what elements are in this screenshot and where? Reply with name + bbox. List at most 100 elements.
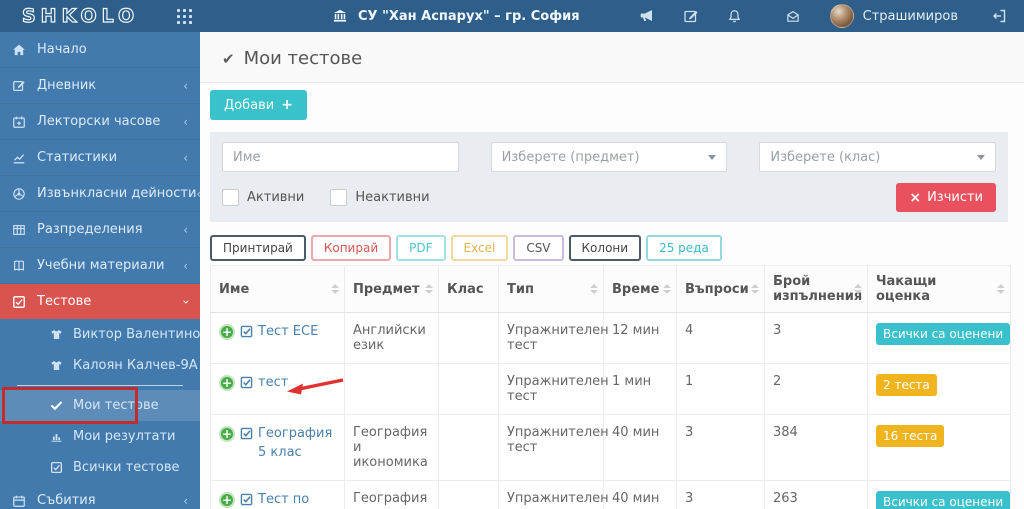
- test-link[interactable]: тест: [258, 374, 288, 393]
- status-badge: 2 теста: [876, 374, 937, 396]
- sidebar-item-extracurricular[interactable]: Извънкласни дейности ‹: [0, 176, 201, 212]
- columns-button[interactable]: Колони: [568, 235, 642, 261]
- test-link[interactable]: Тест ЕСЕ: [258, 323, 318, 342]
- class-filter-select[interactable]: Изберете (клас): [759, 142, 997, 172]
- sort-icon[interactable]: [751, 284, 759, 294]
- sidebar-item-statistics[interactable]: Статистики ‹: [0, 140, 200, 176]
- sidebar-item-my-tests[interactable]: Мои тестове: [0, 387, 200, 424]
- clear-filters-button[interactable]: × Изчисти: [896, 183, 996, 212]
- notifications-bell-icon[interactable]: [724, 5, 746, 27]
- name-filter-input[interactable]: [222, 142, 459, 172]
- sidebar-item-student-viktor[interactable]: Виктор Валентинов-12Ж: [0, 319, 243, 350]
- pdf-button[interactable]: PDF: [396, 235, 446, 261]
- sidebar-item-home[interactable]: Начало: [0, 32, 200, 68]
- column-header-time[interactable]: Време: [603, 265, 677, 313]
- sidebar-item-label: Учебни материали: [37, 258, 165, 273]
- tests-table: Име Предмет Клас Тип Време Въпроси Брой …: [210, 265, 1011, 509]
- user-avatar[interactable]: [829, 4, 854, 28]
- chevron-left-icon: ‹: [183, 493, 188, 508]
- announcements-icon[interactable]: [636, 5, 658, 27]
- messages-icon[interactable]: [782, 5, 804, 27]
- status-badge: Всички са оценени: [876, 323, 1011, 345]
- logout-icon[interactable]: [988, 5, 1010, 27]
- checkbox-box[interactable]: [222, 189, 239, 206]
- test-link[interactable]: География 5 клас: [258, 425, 336, 463]
- school-selector[interactable]: СУ "Хан Аспарух" – гр. София: [333, 0, 580, 32]
- sort-icon[interactable]: [590, 284, 598, 294]
- column-header-subject[interactable]: Предмет: [344, 265, 439, 313]
- filter-panel: Изберете (предмет) Изберете (клас) Актив…: [210, 132, 1008, 222]
- test-checkbox-icon: [240, 493, 253, 506]
- test-checkbox-icon: [240, 427, 253, 440]
- column-header-class[interactable]: Клас: [438, 265, 499, 313]
- bar-chart-icon: [50, 430, 66, 443]
- x-icon: ×: [909, 189, 922, 206]
- class-select-value: Изберете (клас): [770, 149, 881, 165]
- check-icon: [50, 399, 66, 412]
- chevron-left-icon: ‹: [183, 78, 188, 93]
- clear-button-label: Изчисти: [927, 190, 983, 205]
- sidebar: Начало Дневник ‹ Лекторски часове ‹ Стат…: [0, 32, 243, 509]
- column-header-questions[interactable]: Въпроси: [676, 265, 765, 313]
- expand-row-icon[interactable]: +: [219, 375, 235, 391]
- institution-icon: [333, 9, 351, 23]
- print-button[interactable]: Принтирай: [210, 235, 306, 261]
- table-row: + тест Упражнителен тест 1 мин 1 2 2 тес…: [210, 363, 1011, 415]
- chart-line-icon: [12, 151, 30, 165]
- excel-button[interactable]: Excel: [450, 235, 509, 261]
- csv-button[interactable]: CSV: [513, 235, 564, 261]
- sidebar-item-journal[interactable]: Дневник ‹: [0, 68, 200, 104]
- sidebar-item-distributions[interactable]: Разпределения ‹: [0, 212, 200, 248]
- caret-down-icon: [708, 154, 717, 160]
- sidebar-item-my-results[interactable]: Мои резултати: [0, 421, 200, 452]
- sidebar-item-lecture-hours[interactable]: Лекторски часове ‹: [0, 104, 200, 140]
- annotation-red-arrow: [287, 378, 344, 395]
- check-square-icon: [12, 295, 30, 309]
- sidebar-item-label: Начало: [37, 42, 87, 57]
- expand-row-icon[interactable]: +: [219, 324, 235, 340]
- app-logo[interactable]: SHKOLO: [21, 4, 139, 27]
- table-header-row: Име Предмет Клас Тип Време Въпроси Брой …: [210, 265, 1011, 313]
- table-row: + Тест по География География и икономик…: [210, 480, 1011, 509]
- sidebar-item-all-tests[interactable]: Всички тестове: [0, 452, 200, 483]
- sort-icon[interactable]: [331, 284, 339, 294]
- checkbox-box[interactable]: [330, 189, 348, 206]
- sidebar-item-label: Мои тестове: [73, 398, 159, 413]
- active-checkbox[interactable]: Активни: [222, 189, 304, 206]
- sidebar-item-label: Статистики: [37, 150, 118, 165]
- status-badge: 16 теста: [876, 425, 945, 447]
- sort-icon[interactable]: [663, 284, 671, 294]
- sidebar-item-events[interactable]: Събития ‹: [0, 483, 200, 509]
- book-icon: [12, 259, 30, 273]
- apps-grid-icon[interactable]: [177, 8, 193, 24]
- sidebar-item-tests[interactable]: Тестове ‹: [0, 284, 200, 319]
- sort-icon[interactable]: [425, 284, 433, 294]
- subject-filter-select[interactable]: Изберете (предмет): [490, 142, 728, 172]
- expand-row-icon[interactable]: +: [219, 492, 235, 508]
- chevron-left-icon: ‹: [183, 114, 188, 129]
- subject-select-value: Изберете (предмет): [501, 149, 640, 165]
- inactive-checkbox[interactable]: Неактивни: [330, 189, 430, 206]
- sidebar-item-learning-materials[interactable]: Учебни материали ‹: [0, 248, 200, 284]
- column-header-runs[interactable]: Брой изпълнения: [764, 265, 868, 313]
- column-header-pending[interactable]: Чакащи оценка: [867, 265, 1011, 313]
- compose-icon[interactable]: [680, 5, 702, 27]
- rows-per-page-button[interactable]: 25 реда: [646, 235, 722, 261]
- test-link[interactable]: Тест по География: [258, 491, 336, 509]
- username[interactable]: Страшимиров: [863, 9, 958, 24]
- plus-icon: +: [281, 97, 293, 113]
- add-test-button[interactable]: Добави +: [210, 90, 307, 120]
- column-header-type[interactable]: Тип: [498, 265, 604, 313]
- sidebar-item-label: Калоян Калчев-9А: [73, 358, 198, 373]
- sort-icon[interactable]: [854, 284, 862, 294]
- topbar-actions: Страшимиров: [614, 4, 1010, 28]
- column-header-name[interactable]: Име: [210, 265, 345, 313]
- caret-down-icon: [977, 154, 986, 160]
- check-square-icon: [50, 461, 66, 474]
- test-checkbox-icon: [240, 325, 253, 338]
- copy-button[interactable]: Копирай: [310, 235, 392, 261]
- expand-row-icon[interactable]: +: [219, 426, 235, 442]
- page-header: ✔ Мои тестове: [200, 32, 1024, 83]
- sidebar-item-student-kaloyan[interactable]: Калоян Калчев-9А: [0, 350, 200, 381]
- sort-icon[interactable]: [997, 284, 1005, 294]
